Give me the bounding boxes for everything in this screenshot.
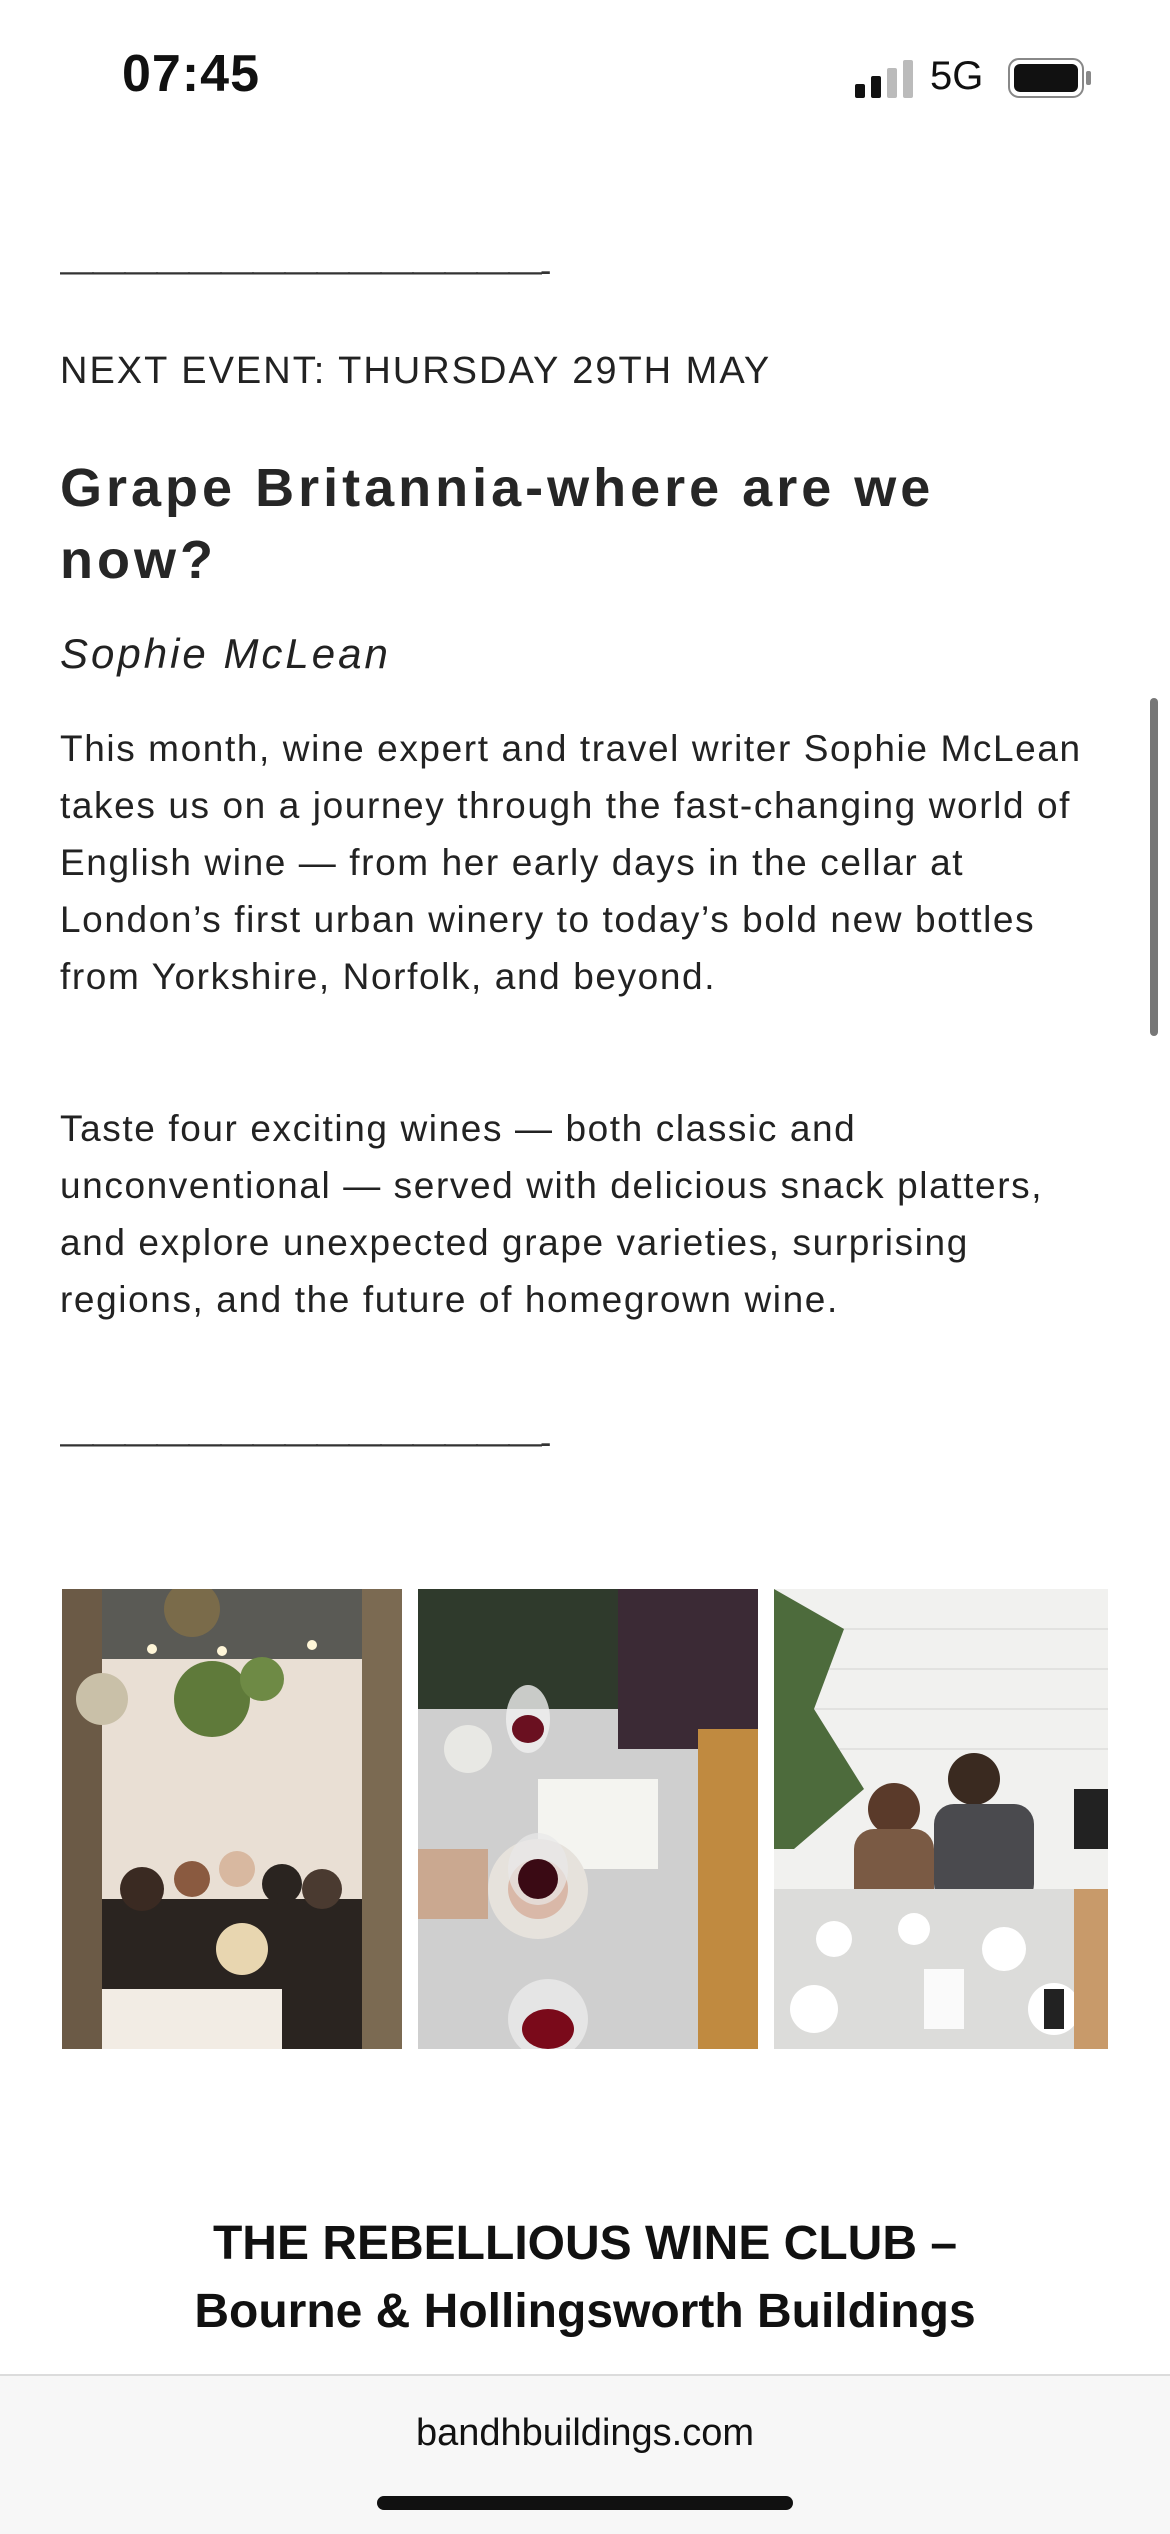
status-time: 07:45 [122,45,260,103]
signal-icon [855,60,913,98]
venue-name: THE REBELLIOUS WINE CLUB – [212,2217,958,2270]
divider-bottom: ———————————————- [60,1424,551,1462]
event-description: This month, wine expert and travel write… [60,728,1082,997]
divider-top: ———————————————- [60,252,551,290]
page-scrollbar[interactable] [1150,698,1158,1036]
battery-icon [1008,58,1091,98]
event-title: Grape Britannia-where are we now? [60,458,935,590]
event-details: Taste four exciting wines — both classic… [60,1108,1044,1320]
event-author: Sophie McLean [60,630,391,677]
couple-tasting-photo[interactable] [774,1589,1108,2049]
venue-building: Bourne & Hollingsworth Buildings [194,2285,976,2338]
browser-address-bar[interactable]: bandhbuildings.com [0,2374,1170,2534]
status-bar: 07:45 5G [0,0,1170,140]
wine-glasses-photo[interactable] [418,1589,758,2049]
url-label[interactable]: bandhbuildings.com [0,2412,1170,2455]
next-event-label: NEXT EVENT: THURSDAY 29TH MAY [60,350,772,392]
group-dinner-photo[interactable] [62,1589,402,2049]
home-indicator[interactable] [377,2496,793,2510]
network-type: 5G [930,54,984,98]
